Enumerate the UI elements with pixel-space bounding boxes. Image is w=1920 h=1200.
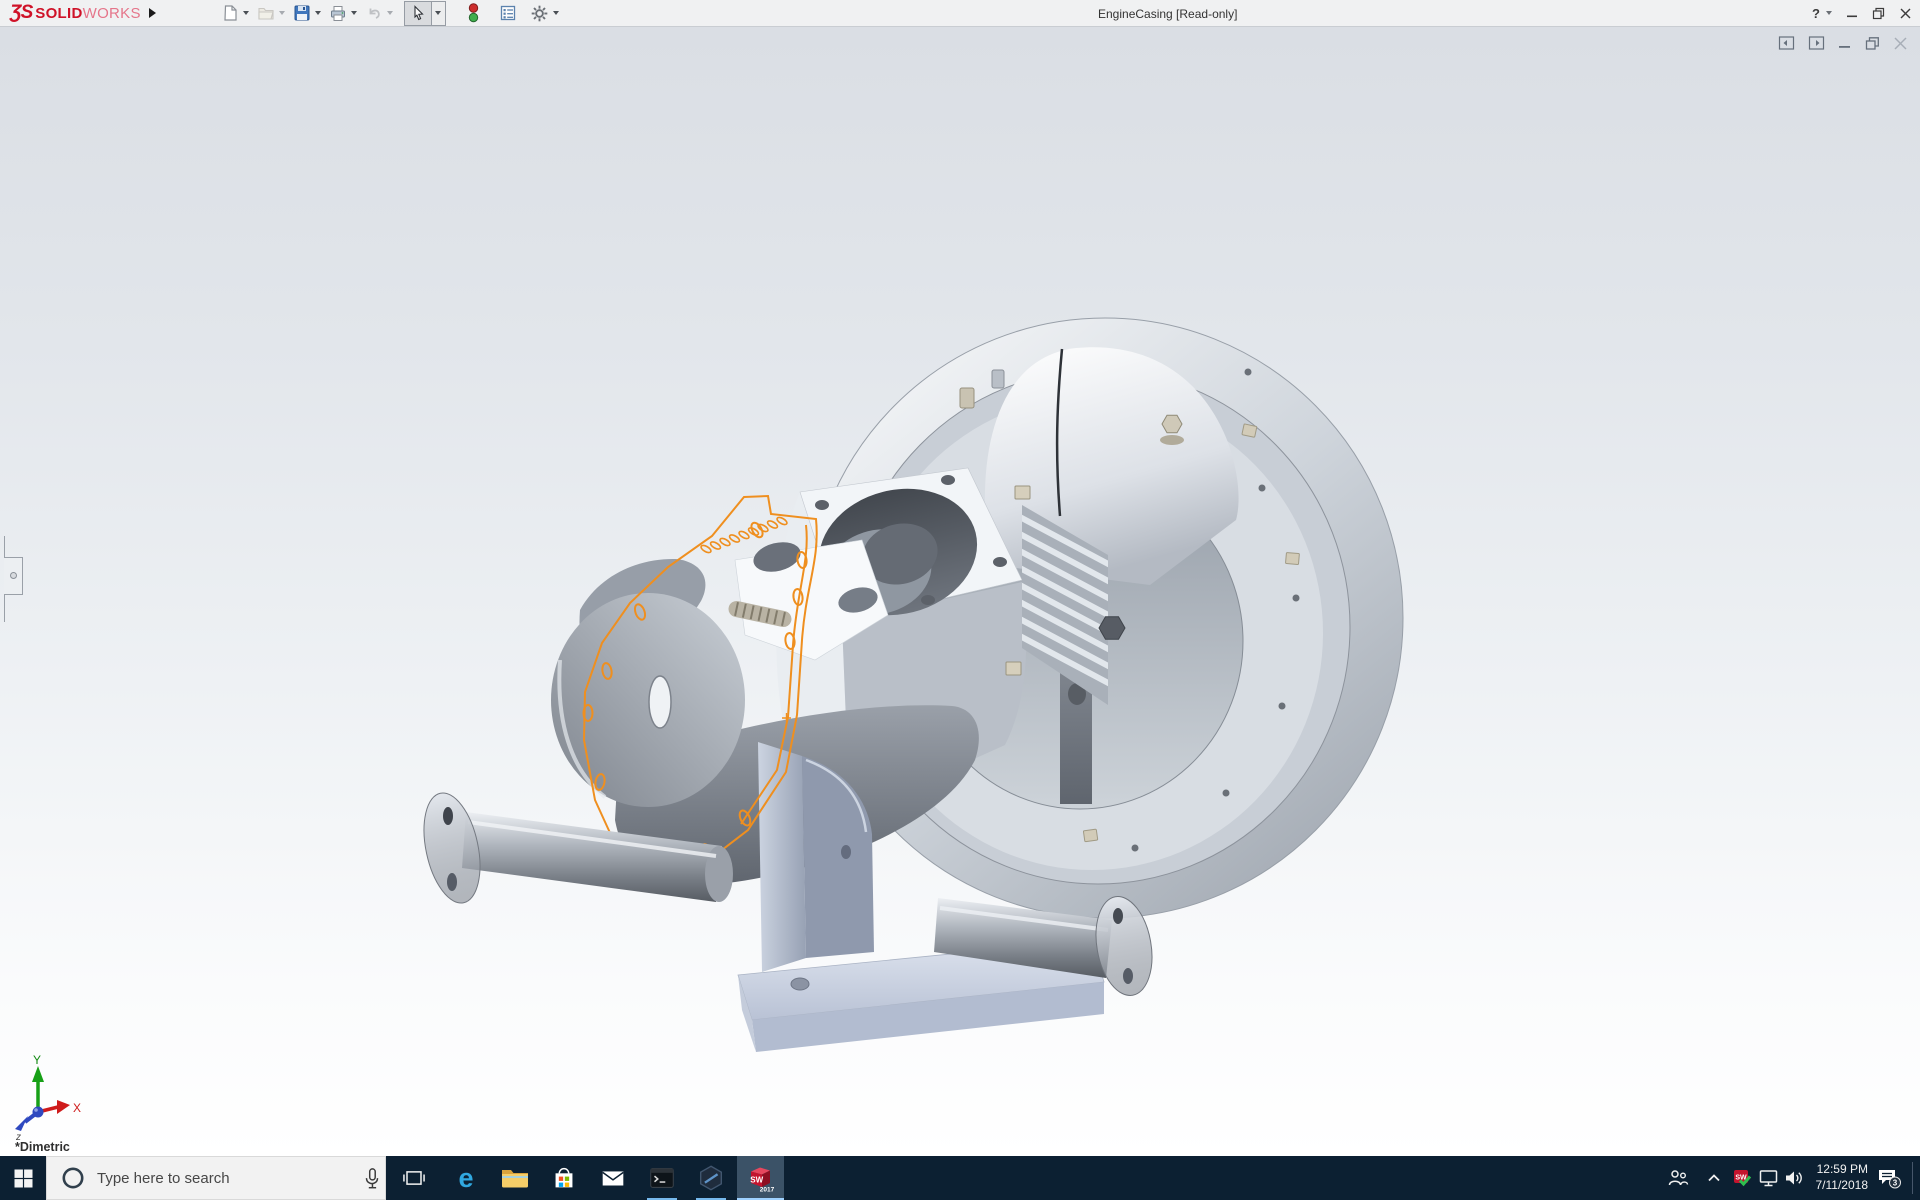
feature-manager-collapsed-tab[interactable] bbox=[0, 536, 30, 622]
windows-logo-icon bbox=[14, 1169, 32, 1187]
engine-casing-3d-model[interactable]: Y X z bbox=[15, 317, 1404, 1143]
speaker-icon bbox=[1786, 1171, 1802, 1185]
traffic-light-icon bbox=[469, 3, 479, 23]
search-input[interactable] bbox=[97, 1169, 327, 1187]
taskbar-app-store[interactable] bbox=[540, 1156, 588, 1200]
clock-time: 12:59 PM bbox=[1816, 1162, 1868, 1177]
taskbar-app-mail[interactable] bbox=[589, 1156, 637, 1200]
taskbar-app-hexagon[interactable] bbox=[687, 1156, 735, 1200]
save-button[interactable] bbox=[290, 2, 314, 25]
tray-clock[interactable]: 12:59 PM 7/11/2018 bbox=[1806, 1156, 1869, 1200]
pane-left-icon[interactable] bbox=[1778, 35, 1795, 51]
panel-tab-expand-icon bbox=[10, 572, 17, 579]
pane-right-icon[interactable] bbox=[1808, 35, 1825, 51]
show-desktop-divider[interactable] bbox=[1912, 1162, 1913, 1194]
window-title: EngineCasing [Read-only] bbox=[1098, 7, 1238, 21]
undo-icon bbox=[369, 8, 380, 19]
base-mount-hole bbox=[790, 977, 810, 991]
open-folder-icon bbox=[258, 7, 274, 20]
cover-bolt bbox=[1161, 414, 1183, 434]
task-view-button[interactable] bbox=[390, 1156, 438, 1200]
solidworks-logo-mark: ƷS bbox=[10, 2, 33, 23]
network-icon bbox=[1759, 1170, 1778, 1187]
store-icon bbox=[555, 1167, 573, 1188]
windows-taskbar: e bbox=[0, 1156, 1920, 1200]
print-dropdown[interactable] bbox=[350, 11, 357, 15]
taskbar-app-solidworks[interactable]: SW 2017 bbox=[736, 1156, 784, 1200]
solidworks-logo-works: WORKS bbox=[82, 5, 141, 22]
open-button[interactable] bbox=[254, 2, 278, 25]
display-options-button[interactable] bbox=[496, 2, 520, 25]
solidworks-logo-solid: SOLID bbox=[35, 5, 83, 22]
orientation-triad: Y X z bbox=[15, 1053, 81, 1143]
solidworks-check-icon: SW bbox=[1734, 1170, 1752, 1187]
taskbar-app-edge[interactable]: e bbox=[442, 1156, 490, 1200]
close-document-icon[interactable] bbox=[1893, 36, 1908, 51]
save-floppy-icon bbox=[294, 5, 310, 21]
taskbar-app-command-prompt[interactable] bbox=[638, 1156, 686, 1200]
select-tool-dropdown[interactable] bbox=[430, 1, 445, 25]
undo-dropdown[interactable] bbox=[386, 11, 393, 15]
restore-icon[interactable] bbox=[1872, 7, 1885, 20]
clock-date: 7/11/2018 bbox=[1815, 1178, 1869, 1192]
select-tool-button[interactable] bbox=[404, 1, 431, 25]
options-dropdown[interactable] bbox=[552, 11, 559, 15]
hexagon-app-icon bbox=[699, 1165, 723, 1191]
action-center-badge: 3 bbox=[1893, 1178, 1898, 1187]
start-button[interactable] bbox=[0, 1156, 46, 1200]
file-explorer-icon bbox=[502, 1170, 528, 1188]
open-dropdown[interactable] bbox=[278, 11, 285, 15]
triad-y-label: Y bbox=[33, 1053, 41, 1067]
taskbar-search[interactable] bbox=[46, 1156, 386, 1200]
select-tool-group bbox=[403, 0, 446, 26]
mail-icon bbox=[602, 1171, 624, 1186]
action-center-icon: 3 bbox=[1879, 1170, 1901, 1189]
chevron-up-icon bbox=[1708, 1174, 1720, 1182]
new-document-dropdown[interactable] bbox=[242, 11, 249, 15]
tray-solidworks-monitor[interactable]: SW bbox=[1728, 1156, 1756, 1200]
cortana-circle-icon bbox=[62, 1167, 84, 1189]
options-button[interactable] bbox=[528, 2, 552, 25]
rebuild-button[interactable] bbox=[462, 2, 486, 25]
action-center-button[interactable]: 3 bbox=[1872, 1156, 1906, 1200]
tray-expand-button[interactable] bbox=[1700, 1156, 1728, 1200]
gear-icon bbox=[531, 5, 548, 21]
solidworks-logo: ƷS SOLID WORKS bbox=[10, 2, 141, 24]
help-dropdown[interactable] bbox=[1826, 11, 1832, 15]
triad-x-label: X bbox=[73, 1101, 81, 1115]
solidworks-2017-icon: SW 2017 bbox=[750, 1167, 775, 1194]
restore-document-icon[interactable] bbox=[1865, 36, 1880, 51]
undo-button[interactable] bbox=[362, 2, 386, 25]
help-button[interactable]: ? bbox=[1812, 6, 1820, 21]
close-icon[interactable] bbox=[1899, 7, 1912, 20]
microphone-icon[interactable] bbox=[361, 1166, 383, 1192]
new-document-icon bbox=[224, 5, 237, 21]
new-document-button[interactable] bbox=[218, 2, 242, 25]
tray-volume-button[interactable] bbox=[1780, 1156, 1808, 1200]
minimize-icon[interactable] bbox=[1846, 7, 1858, 19]
print-icon bbox=[330, 6, 345, 21]
taskbar-app-file-explorer[interactable] bbox=[491, 1156, 539, 1200]
view-orientation-label: *Dimetric bbox=[15, 1140, 70, 1154]
window-controls: ? bbox=[1812, 0, 1912, 26]
properties-list-icon bbox=[500, 5, 515, 21]
title-bar: ƷS SOLID WORKS bbox=[0, 0, 1920, 27]
task-view-icon bbox=[403, 1171, 425, 1185]
tray-people-button[interactable] bbox=[1662, 1156, 1694, 1200]
model-canvas[interactable]: Y X z bbox=[0, 0, 1920, 1200]
edge-icon: e bbox=[458, 1163, 473, 1193]
document-window-controls bbox=[1778, 35, 1908, 51]
svg-text:2017: 2017 bbox=[760, 1187, 775, 1194]
people-icon bbox=[1668, 1170, 1689, 1186]
menu-expand-arrow[interactable] bbox=[148, 8, 156, 18]
svg-text:SW: SW bbox=[750, 1176, 763, 1185]
command-prompt-icon bbox=[650, 1168, 674, 1188]
minimize-document-icon[interactable] bbox=[1838, 36, 1852, 50]
select-cursor-icon bbox=[414, 5, 424, 21]
print-button[interactable] bbox=[326, 2, 350, 25]
side-cover-disc[interactable] bbox=[551, 558, 745, 807]
svg-text:e: e bbox=[458, 1163, 473, 1193]
quick-access-toolbar bbox=[218, 0, 564, 26]
save-dropdown[interactable] bbox=[314, 11, 321, 15]
